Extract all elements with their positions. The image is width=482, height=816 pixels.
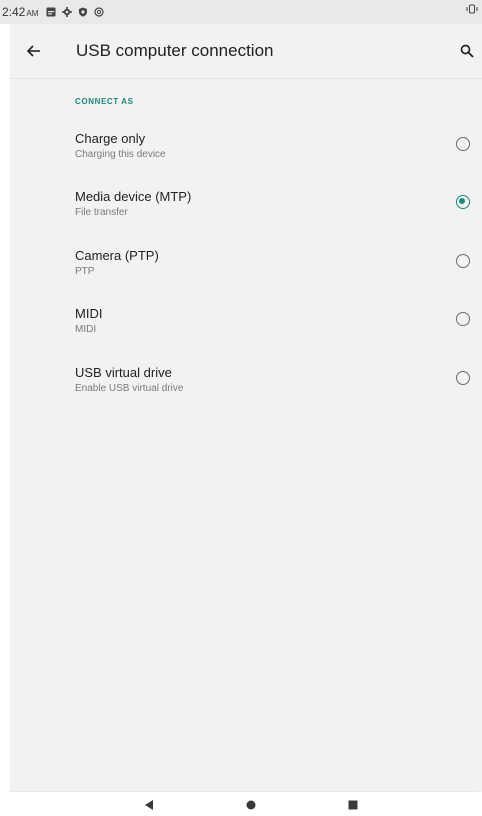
- arrow-left-icon: [26, 45, 40, 57]
- nav-recents-icon[interactable]: [348, 800, 358, 810]
- radio-button[interactable]: [456, 195, 470, 209]
- option-summary: Charging this device: [75, 149, 166, 160]
- option-summary: File transfer: [75, 207, 128, 218]
- search-icon: [460, 44, 474, 58]
- status-right: [466, 4, 478, 14]
- settings-content: CONNECT AS Charge only Charging this dev…: [10, 79, 482, 792]
- option-usb-virtual-drive[interactable]: USB virtual drive Enable USB virtual dri…: [10, 365, 482, 423]
- status-time-ampm: AM: [26, 9, 39, 18]
- navigation-bar: [10, 791, 478, 816]
- option-midi[interactable]: MIDI MIDI: [10, 306, 482, 364]
- option-label: MIDI: [75, 306, 103, 321]
- option-label: USB virtual drive: [75, 365, 172, 380]
- status-time-value: 2:42: [2, 5, 26, 19]
- radio-button[interactable]: [456, 137, 470, 151]
- option-summary: MIDI: [75, 324, 97, 335]
- app-bar: USB computer connection: [10, 24, 482, 79]
- option-charge-only[interactable]: Charge only Charging this device: [10, 131, 482, 189]
- radio-button[interactable]: [456, 254, 470, 268]
- back-button[interactable]: [10, 27, 58, 75]
- option-label: Charge only: [75, 131, 146, 146]
- radio-button[interactable]: [456, 312, 470, 326]
- status-icons: [46, 7, 104, 17]
- screen: 2:42AM USB computer connection CONNECT A…: [0, 0, 482, 816]
- vibrate-icon: [466, 4, 478, 14]
- nav-back-icon[interactable]: [143, 799, 155, 811]
- nav-home-icon[interactable]: [246, 800, 256, 810]
- option-label: Media device (MTP): [75, 189, 192, 204]
- gear-icon: [62, 7, 73, 17]
- status-time: 2:42AM: [2, 5, 38, 19]
- radio-button[interactable]: [456, 371, 470, 385]
- data-saver-icon: [94, 7, 104, 17]
- image-icon: [46, 7, 56, 17]
- option-summary: PTP: [75, 266, 95, 277]
- shield-icon: [79, 7, 88, 17]
- search-button[interactable]: [452, 36, 482, 66]
- option-summary: Enable USB virtual drive: [75, 383, 184, 394]
- option-media-device[interactable]: Media device (MTP) File transfer: [10, 189, 482, 247]
- page-title: USB computer connection: [76, 41, 274, 60]
- option-label: Camera (PTP): [75, 248, 159, 263]
- status-bar: 2:42AM: [0, 0, 482, 24]
- section-header: CONNECT AS: [75, 97, 134, 106]
- option-camera[interactable]: Camera (PTP) PTP: [10, 248, 482, 306]
